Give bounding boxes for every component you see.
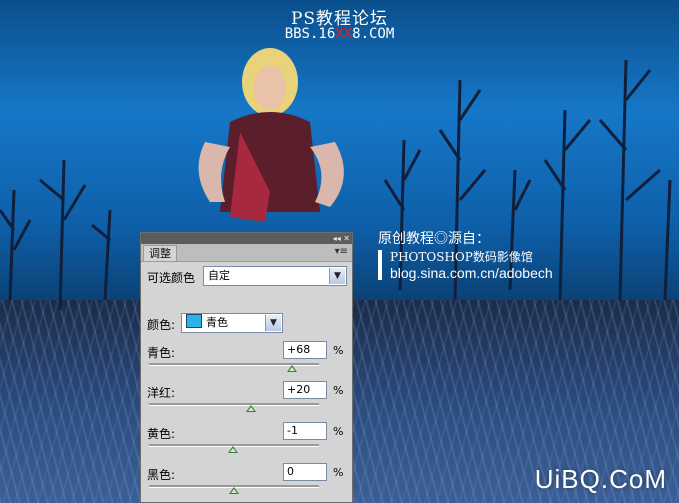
slider-value-input[interactable]: +68	[283, 341, 327, 359]
slider-label: 黑色:	[147, 468, 176, 482]
preset-label: 可选颜色	[147, 271, 196, 285]
slider-value-input[interactable]: +20	[283, 381, 327, 399]
adjustments-panel: ◂◂ ✕ 调整 ▾≡ 可选颜色 自定 ▼ 颜色: 青色 ▼ 青色: +68% 洋红:…	[140, 232, 353, 503]
collapse-close-icon[interactable]: ◂◂ ✕	[333, 233, 350, 244]
percent-unit: %	[333, 425, 344, 438]
slider-label: 洋红:	[147, 386, 176, 400]
panel-menu-icon[interactable]: ▾≡	[335, 246, 348, 257]
chevron-down-icon[interactable]: ▼	[329, 268, 345, 284]
credit-block: 原创教程◎源自： PHOTOSHOP数码影像馆 blog.sina.com.cn…	[378, 228, 553, 281]
color-select[interactable]: 青色 ▼	[181, 313, 283, 333]
credit-line-1: 原创教程◎源自：	[378, 230, 490, 246]
slider-thumb-icon[interactable]	[286, 365, 297, 372]
slider-track[interactable]	[149, 403, 319, 406]
slider-thumb-icon[interactable]	[228, 446, 239, 453]
color-label: 颜色:	[147, 318, 176, 332]
tab-adjustments[interactable]: 调整	[143, 245, 177, 261]
chevron-down-icon[interactable]: ▼	[265, 315, 281, 331]
credit-line-3: blog.sina.com.cn/adobech	[390, 265, 553, 281]
preset-select[interactable]: 自定 ▼	[203, 266, 347, 286]
percent-unit: %	[333, 344, 344, 357]
slider-value-input[interactable]: -1	[283, 422, 327, 440]
color-swatch-icon	[186, 314, 202, 328]
slider-value-input[interactable]: 0	[283, 463, 327, 481]
slider-thumb-icon[interactable]	[229, 487, 239, 494]
panel-tab-row: 调整 ▾≡	[141, 244, 352, 262]
panel-titlebar[interactable]: ◂◂ ✕	[141, 233, 352, 244]
site-logo: UiBQ.CoM	[534, 464, 667, 494]
credit-line-2: PHOTOSHOP数码影像馆	[390, 250, 533, 264]
slider-label: 黄色:	[147, 427, 176, 441]
color-value: 青色	[206, 316, 228, 329]
slider-thumb-icon[interactable]	[246, 405, 256, 412]
forum-watermark-url: BBS.16XX8.COM	[284, 26, 395, 42]
preset-value: 自定	[208, 269, 230, 282]
model-figure	[198, 48, 344, 222]
credit-bar	[378, 250, 382, 280]
slider-label: 青色:	[147, 346, 176, 360]
percent-unit: %	[333, 466, 344, 479]
percent-unit: %	[333, 384, 344, 397]
